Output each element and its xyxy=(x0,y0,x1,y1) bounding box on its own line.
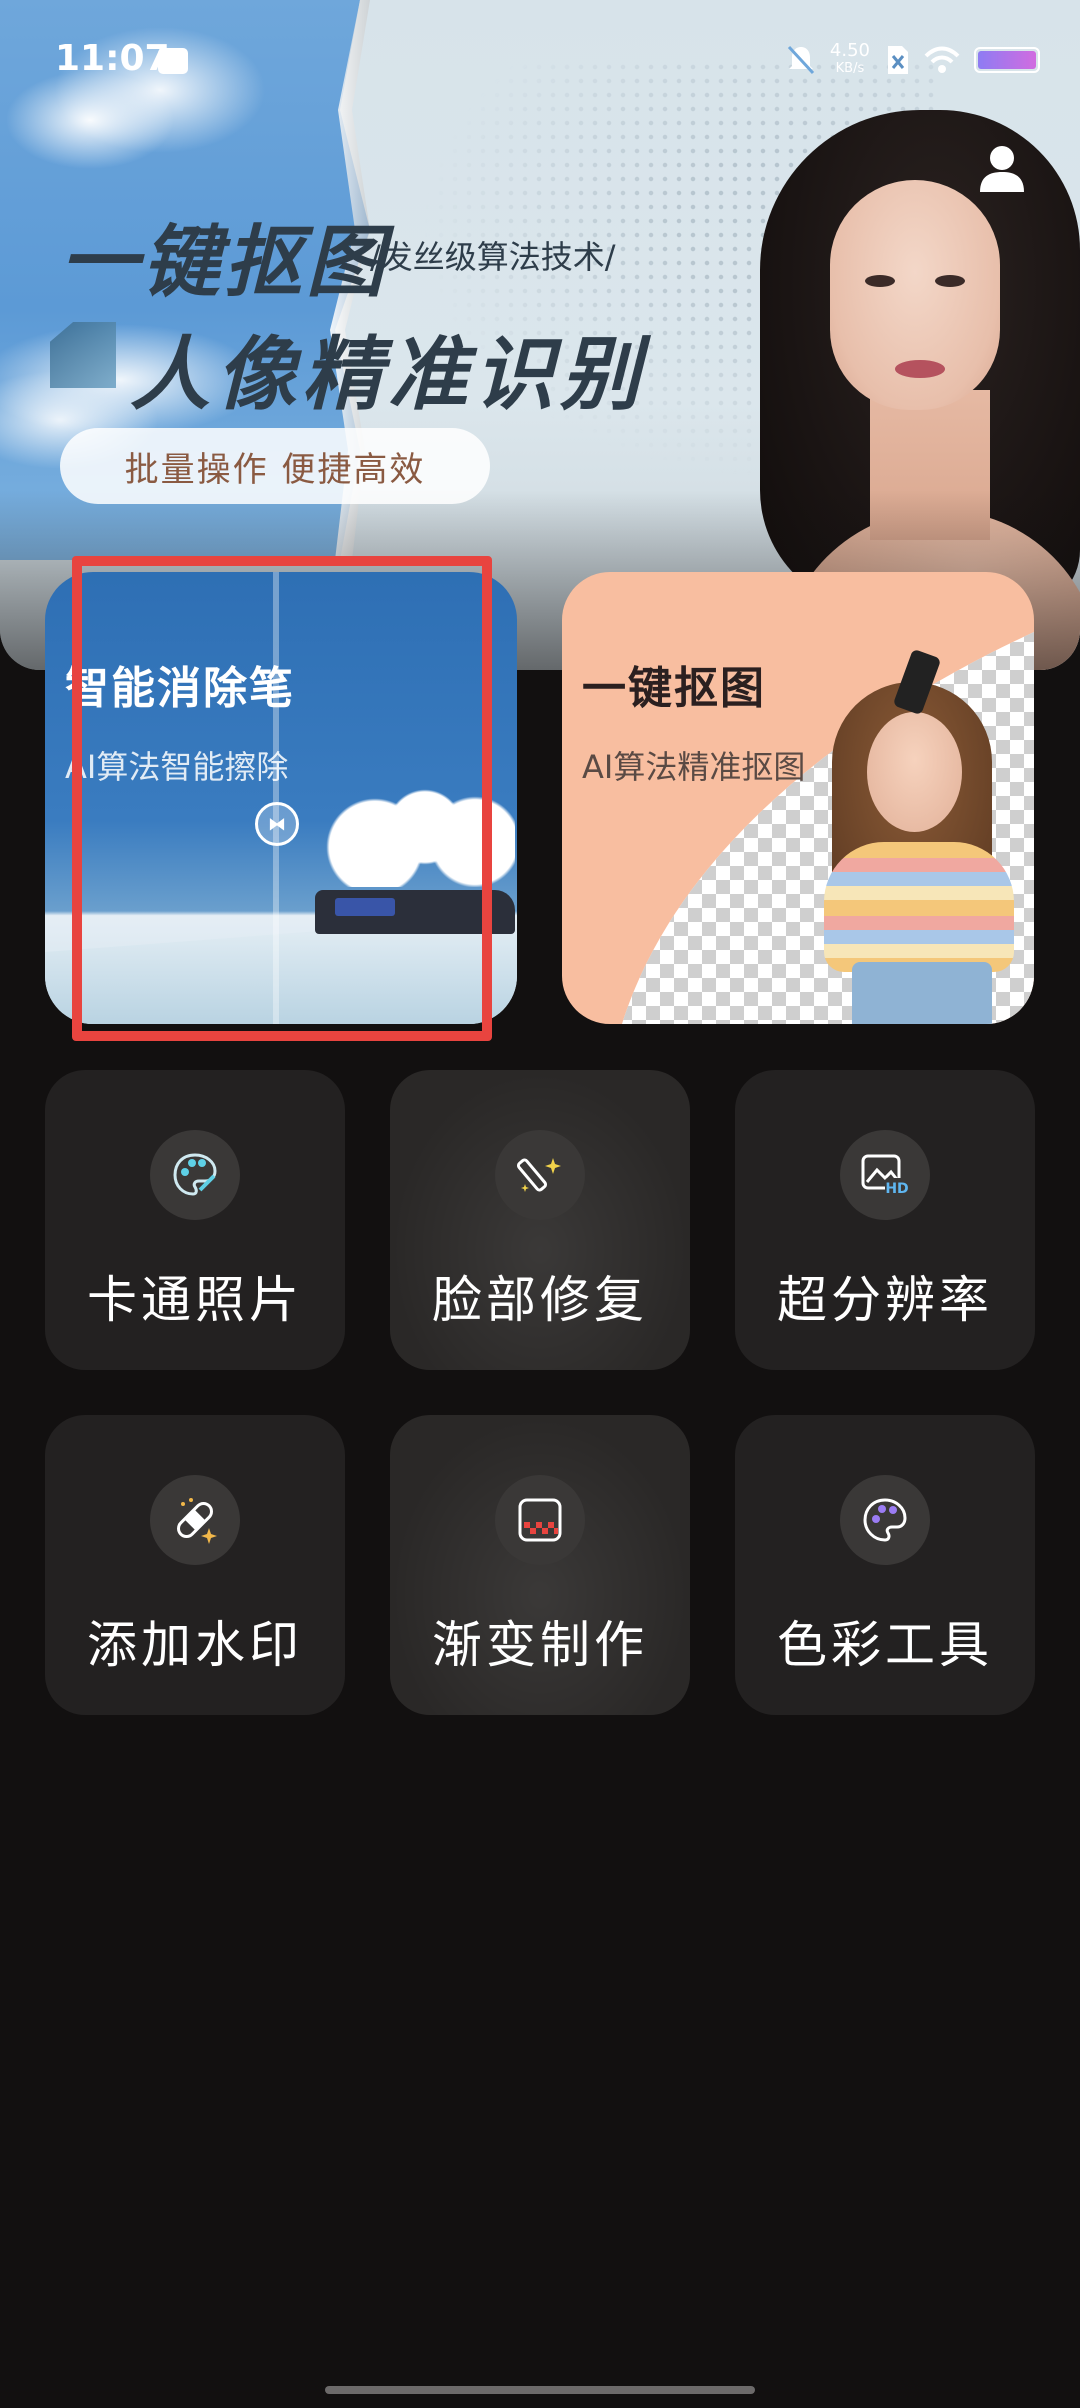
tool-cartoon-photo[interactable]: 卡通照片 xyxy=(45,1070,345,1370)
wifi-icon xyxy=(924,46,960,73)
train-smoke-image xyxy=(315,787,515,887)
one-click-cutout-card[interactable]: 一键抠图 AI算法精准抠图 xyxy=(562,572,1034,1024)
tool-label: 添加水印 xyxy=(87,1616,303,1674)
tool-label: 卡通照片 xyxy=(87,1271,303,1329)
card-title: 一键抠图 xyxy=(582,663,766,714)
notification-app-icon xyxy=(158,48,188,74)
no-sim-icon xyxy=(888,46,908,74)
magic-wand-icon xyxy=(495,1130,585,1220)
profile-icon[interactable] xyxy=(974,140,1030,196)
status-time: 11:07 xyxy=(55,38,170,79)
color-palette-icon xyxy=(840,1475,930,1565)
card-desc: AI算法智能擦除 xyxy=(65,748,289,786)
tool-face-repair[interactable]: 脸部修复 xyxy=(390,1070,690,1370)
compare-divider xyxy=(273,572,279,1024)
battery-icon xyxy=(974,47,1040,73)
tool-label: 脸部修复 xyxy=(432,1271,648,1329)
train-image xyxy=(315,890,515,934)
gradient-icon xyxy=(495,1475,585,1565)
status-icons: 4.50 KB/s xyxy=(786,40,1040,80)
home-indicator[interactable] xyxy=(325,2386,755,2394)
network-speed: 4.50 KB/s xyxy=(829,40,870,77)
banner-title: 一键抠图 xyxy=(60,218,389,308)
tool-label: 渐变制作 xyxy=(432,1616,648,1674)
hero-banner[interactable]: 一键抠图 /发丝级算法技术/ 人像精准识别 批量操作 便捷高效 xyxy=(0,0,1080,670)
tool-color-tools[interactable]: 色彩工具 xyxy=(735,1415,1035,1715)
bandage-icon xyxy=(150,1475,240,1565)
tool-add-watermark[interactable]: 添加水印 xyxy=(45,1415,345,1715)
tool-super-resolution[interactable]: HD 超分辨率 xyxy=(735,1070,1035,1370)
tool-label: 超分辨率 xyxy=(777,1271,993,1329)
svg-text:HD: HD xyxy=(885,1181,908,1197)
banner-subtitle: 人像精准识别 xyxy=(130,328,646,421)
app-screen: 一键抠图 /发丝级算法技术/ 人像精准识别 批量操作 便捷高效 11:07 4.… xyxy=(0,0,1080,2408)
mute-bell-icon xyxy=(787,45,815,75)
card-desc: AI算法精准抠图 xyxy=(582,748,806,786)
smart-eraser-card[interactable]: ⧓ 智能消除笔 AI算法智能擦除 xyxy=(45,572,517,1024)
hd-image-icon: HD xyxy=(840,1130,930,1220)
compare-handle-icon: ⧓ xyxy=(255,802,299,846)
palette-icon xyxy=(150,1130,240,1220)
tool-gradient-maker[interactable]: 渐变制作 xyxy=(390,1415,690,1715)
banner-tagline: /发丝级算法技术/ xyxy=(370,238,616,276)
card-title: 智能消除笔 xyxy=(65,663,295,714)
banner-pill: 批量操作 便捷高效 xyxy=(60,428,490,504)
tool-label: 色彩工具 xyxy=(777,1616,993,1674)
